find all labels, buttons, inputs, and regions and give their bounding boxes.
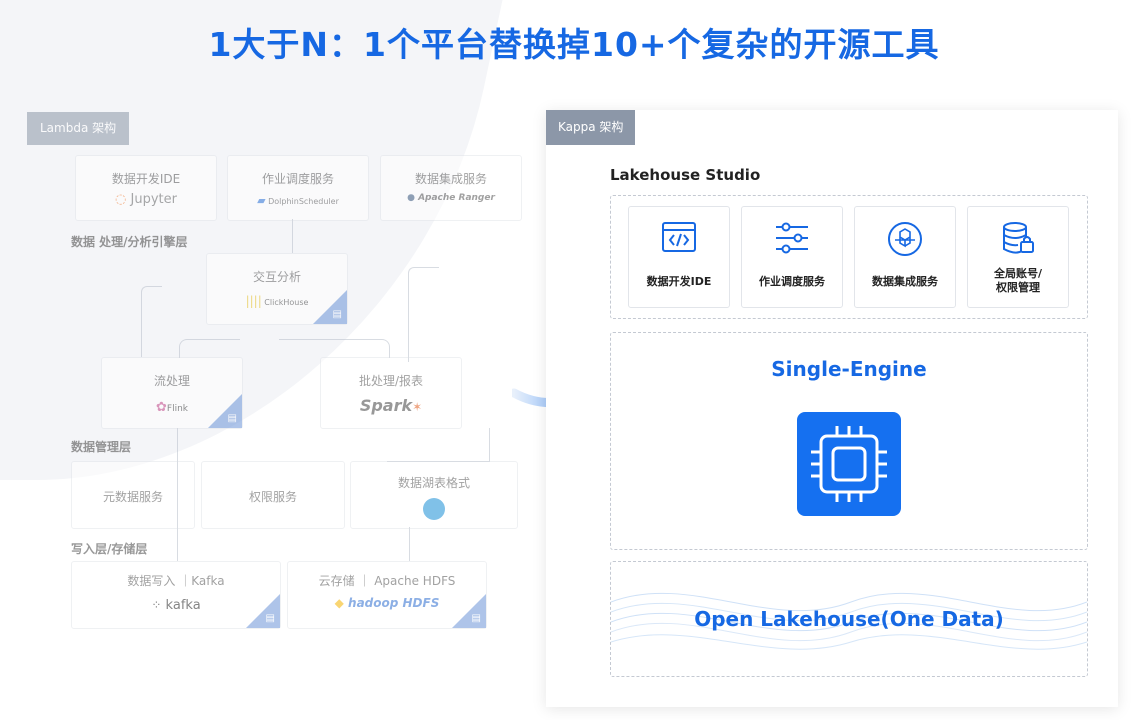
box-label: 数据写入 ｜Kafka <box>127 574 225 588</box>
card-label: 作业调度服务 <box>759 275 825 288</box>
card-scheduler: 作业调度服务 <box>741 206 843 308</box>
card-label: 数据开发IDE <box>646 275 712 288</box>
box-label: 云存储 ｜ Apache HDFS <box>318 574 456 588</box>
section-manage-layer: 数据管理层 <box>71 440 132 454</box>
database-icon: ▤ <box>471 613 481 624</box>
card-label: 全局账号/ 权限管理 <box>993 267 1043 294</box>
apache-ranger-logo: ● Apache Ranger <box>407 193 495 203</box>
connector <box>179 339 240 358</box>
database-icon: ▤ <box>265 613 275 624</box>
connector <box>279 339 390 358</box>
lakehouse-group: Open Lakehouse(One Data) <box>610 561 1088 677</box>
chip-icon <box>797 412 901 516</box>
lambda-architecture: Lambda 架构 数据开发IDE ◌ Jupyter 作业调度服务 ▰ Dol… <box>27 112 527 652</box>
dolphinscheduler-logo: ▰ DolphinScheduler <box>257 194 339 207</box>
box-ingest: 数据写入 ｜Kafka ⁘ kafka ▤ <box>71 561 281 629</box>
lambda-tag: Lambda 架构 <box>27 112 130 145</box>
page-title: 1大于N：1个平台替换掉10+个复杂的开源工具 <box>208 25 940 64</box>
database-lock-icon <box>1003 222 1034 254</box>
box-label: 作业调度服务 <box>261 172 334 186</box>
engine-title: Single-Engine <box>771 357 927 381</box>
box-label: 流处理 <box>153 374 190 388</box>
card-dev-ide: 数据开发IDE <box>628 206 730 308</box>
section-storage-layer: 写入层/存储层 <box>71 542 148 556</box>
iceberg-icon <box>423 498 445 520</box>
card-label: 数据集成服务 <box>872 275 938 288</box>
connector <box>387 428 490 462</box>
box-label: 数据开发IDE <box>111 172 181 186</box>
connector <box>408 267 439 362</box>
box-label: 数据集成服务 <box>414 172 487 186</box>
box-batch-processing: 批处理/报表 Spark✶ <box>320 357 462 429</box>
connector <box>177 428 178 561</box>
box-storage: 云存储 ｜ Apache HDFS ◆ hadoop HDFS ▤ <box>287 561 487 629</box>
sliders-icon <box>776 222 808 254</box>
box-dev-ide: 数据开发IDE ◌ Jupyter <box>75 155 217 221</box>
kappa-architecture: Kappa 架构 Lakehouse Studio 数据开发IDE 作业调度服务… <box>546 110 1118 707</box>
section-engine-layer: 数据 处理/分析引擎层 <box>71 235 188 249</box>
chip-icon-graphic <box>811 426 887 502</box>
card-account-permission: 全局账号/ 权限管理 <box>967 206 1069 308</box>
box-table-format: 数据湖表格式 <box>350 461 518 529</box>
box-label: 数据湖表格式 <box>397 476 470 490</box>
database-icon: ▤ <box>227 413 237 424</box>
kappa-tag: Kappa 架构 <box>546 110 636 145</box>
code-window-icon <box>662 222 696 252</box>
box-scheduler: 作业调度服务 ▰ DolphinScheduler <box>227 155 369 221</box>
box-label: 元数据服务 <box>102 490 163 504</box>
box-interactive-analysis: 交互分析 |||| ClickHouse ▤ <box>206 253 348 325</box>
box-label: 权限服务 <box>248 490 297 504</box>
box-stream-processing: 流处理 ✿Flink ▤ <box>101 357 243 429</box>
card-integration: 数据集成服务 <box>854 206 956 308</box>
connector <box>292 219 293 253</box>
database-icon: ▤ <box>332 309 342 320</box>
box-integration: 数据集成服务 ● Apache Ranger <box>380 155 522 221</box>
cubes-icon <box>888 222 922 256</box>
lakehouse-title: Open Lakehouse(One Data) <box>694 607 1004 631</box>
jupyter-logo: ◌ Jupyter <box>115 192 177 207</box>
box-label: 交互分析 <box>252 270 301 284</box>
box-label: 批处理/报表 <box>358 374 424 388</box>
connector <box>141 286 162 357</box>
spark-logo: Spark✶ <box>359 396 423 415</box>
connector <box>409 527 410 561</box>
box-permission: 权限服务 <box>201 461 345 529</box>
studio-title: Lakehouse Studio <box>610 166 761 184</box>
